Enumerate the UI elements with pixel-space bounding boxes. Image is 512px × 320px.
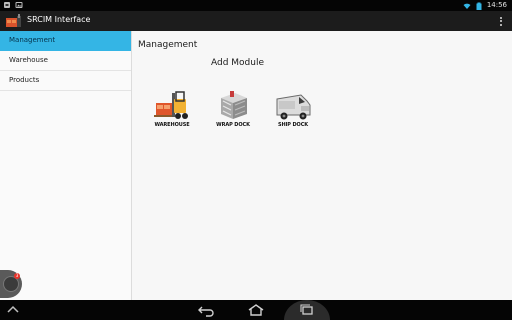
- navigation-bar: [0, 300, 512, 320]
- module-label: WAREHOUSE: [154, 122, 190, 128]
- overflow-menu-icon[interactable]: [498, 15, 504, 27]
- module-ship-dock-button[interactable]: SHIP DOCK: [271, 89, 315, 129]
- back-icon[interactable]: [196, 303, 216, 317]
- status-bar: 14:56: [0, 0, 512, 11]
- forklift-icon: [154, 91, 188, 119]
- module-wrap-dock-button[interactable]: WRAP DOCK: [211, 89, 255, 129]
- battery-icon: [476, 2, 482, 10]
- main-panel: Management Add Module WAREHOUSE WRAP DOC…: [132, 31, 512, 300]
- wifi-icon: [463, 3, 471, 9]
- module-warehouse-button[interactable]: WAREHOUSE: [150, 89, 194, 129]
- recent-apps-icon[interactable]: [297, 303, 317, 317]
- sidebar-item-label: Warehouse: [9, 56, 48, 64]
- sidebar-item-warehouse[interactable]: Warehouse: [0, 51, 131, 71]
- sidebar-item-label: Products: [9, 76, 40, 84]
- notification-badge: 3: [14, 273, 20, 279]
- section-title: Add Module: [211, 58, 265, 68]
- van-icon: [276, 94, 311, 120]
- expand-up-icon[interactable]: [6, 303, 20, 317]
- status-system: 14:56: [463, 1, 507, 10]
- module-label: SHIP DOCK: [277, 122, 309, 128]
- sidebar-item-management[interactable]: Management: [0, 31, 131, 51]
- wrap-box-icon: [221, 91, 247, 119]
- page-title: Management: [138, 40, 198, 50]
- sidebar-item-label: Management: [9, 36, 56, 44]
- sidebar-item-products[interactable]: Products: [0, 71, 131, 91]
- notification-icon: [4, 2, 10, 8]
- screen: 14:56 SRCIM Interface Management Warehou…: [0, 0, 512, 320]
- sidebar: Management Warehouse Products: [0, 31, 132, 300]
- app-title: SRCIM Interface: [27, 15, 91, 24]
- home-icon[interactable]: [246, 303, 266, 317]
- action-bar: SRCIM Interface: [0, 11, 512, 31]
- app-logo-icon: [6, 14, 21, 27]
- image-notification-icon: [15, 2, 23, 8]
- clock: 14:56: [486, 1, 507, 9]
- module-label: WRAP DOCK: [216, 122, 250, 128]
- status-notifications: [3, 1, 23, 9]
